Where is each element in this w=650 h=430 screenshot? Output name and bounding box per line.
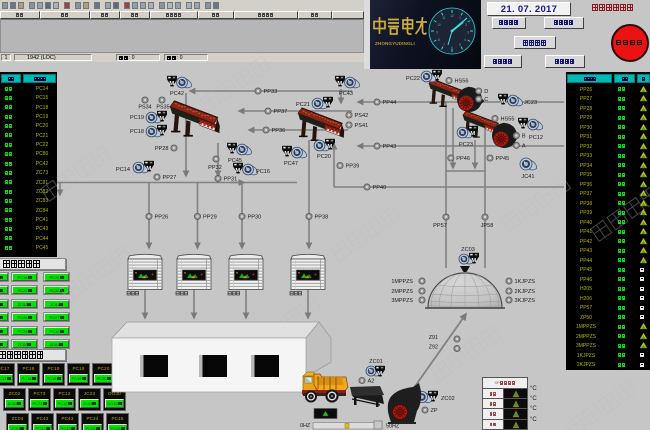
- svg-text:M: M: [470, 131, 475, 137]
- svg-text:M: M: [434, 75, 439, 81]
- svg-text:0HZ: 0HZ: [300, 423, 311, 429]
- svg-text:C: C: [484, 97, 488, 103]
- svg-text:A: A: [522, 143, 526, 149]
- svg-text:9: 9: [436, 31, 438, 35]
- svg-text:8: 8: [438, 38, 440, 42]
- svg-text:PP37: PP37: [274, 109, 288, 115]
- svg-text:PS35: PS35: [156, 105, 169, 111]
- svg-text:2MPPZS: 2MPPZS: [391, 289, 413, 295]
- svg-text:1: 1: [459, 16, 461, 20]
- svg-text:PS41: PS41: [355, 123, 369, 129]
- svg-text:6: 6: [451, 46, 453, 50]
- svg-text:PP46: PP46: [456, 156, 470, 162]
- svg-text:ZHONGYUDINGLI: ZHONGYUDINGLI: [375, 41, 415, 46]
- svg-text:11: 11: [442, 16, 446, 20]
- svg-text:12: 12: [450, 14, 454, 18]
- svg-text:B: B: [522, 134, 526, 140]
- svg-text:4: 4: [464, 38, 466, 42]
- svg-text:M: M: [337, 81, 342, 87]
- svg-text:PP32: PP32: [208, 165, 222, 171]
- svg-text:JC41: JC41: [521, 174, 534, 180]
- svg-text:M: M: [229, 148, 234, 154]
- svg-text:HS55: HS55: [501, 117, 515, 123]
- svg-text:ZC03: ZC03: [461, 247, 475, 253]
- svg-text:M: M: [430, 396, 435, 402]
- svg-text:2: 2: [465, 23, 467, 27]
- svg-text:PS42: PS42: [355, 113, 369, 119]
- svg-text:PP36: PP36: [272, 128, 286, 134]
- svg-text:JC23: JC23: [524, 100, 537, 106]
- svg-text:M: M: [471, 258, 476, 264]
- svg-text:3MPPZS: 3MPPZS: [391, 298, 413, 304]
- svg-text:M: M: [500, 99, 505, 105]
- svg-text:JP58: JP58: [481, 223, 494, 229]
- svg-text:Z92: Z92: [429, 345, 438, 351]
- svg-text:HS56: HS56: [455, 79, 469, 85]
- svg-text:ZP: ZP: [431, 408, 438, 414]
- svg-text:M: M: [377, 371, 382, 377]
- svg-text:M: M: [235, 168, 240, 174]
- svg-text:PC12: PC12: [529, 135, 543, 141]
- svg-text:PC43: PC43: [339, 91, 353, 97]
- svg-text:PP30: PP30: [248, 214, 262, 220]
- svg-text:PC47: PC47: [284, 161, 298, 167]
- svg-text:10: 10: [437, 23, 441, 27]
- svg-text:PC45: PC45: [228, 158, 242, 164]
- svg-text:PP43: PP43: [383, 144, 397, 150]
- svg-text:3: 3: [467, 31, 469, 35]
- svg-text:PC16: PC16: [256, 169, 270, 175]
- svg-text:PP40: PP40: [373, 185, 387, 191]
- svg-text:M: M: [325, 102, 330, 108]
- svg-text:PC42: PC42: [170, 91, 184, 97]
- svg-text:PC20: PC20: [317, 154, 331, 160]
- svg-text:M: M: [146, 166, 151, 172]
- svg-text:PP39: PP39: [346, 164, 360, 170]
- svg-text:M: M: [159, 130, 164, 136]
- svg-text:PP45: PP45: [496, 156, 510, 162]
- svg-text:1KJPZS: 1KJPZS: [515, 279, 536, 285]
- svg-text:PP57: PP57: [433, 223, 447, 229]
- svg-text:PP44: PP44: [383, 100, 397, 106]
- svg-text:M: M: [159, 116, 164, 122]
- svg-text:5: 5: [459, 43, 461, 47]
- svg-text:M: M: [327, 144, 332, 150]
- svg-text:D: D: [484, 89, 488, 95]
- svg-text:M: M: [520, 123, 525, 129]
- svg-text:A2: A2: [368, 379, 375, 385]
- svg-text:1MPPZS: 1MPPZS: [391, 279, 413, 285]
- svg-text:M: M: [169, 81, 174, 87]
- svg-text:PP31: PP31: [224, 177, 238, 183]
- svg-text:ZC01: ZC01: [369, 359, 383, 365]
- svg-text:7: 7: [443, 43, 445, 47]
- svg-text:PC21: PC21: [296, 102, 310, 108]
- svg-text:PC23: PC23: [459, 142, 473, 148]
- svg-text:PP29: PP29: [203, 214, 217, 220]
- svg-text:50HZ: 50HZ: [386, 424, 400, 430]
- svg-text:PC22: PC22: [406, 76, 420, 82]
- svg-text:2KJPZS: 2KJPZS: [515, 289, 536, 295]
- svg-text:Z91: Z91: [429, 335, 438, 341]
- svg-text:PP38: PP38: [315, 214, 329, 220]
- svg-text:M: M: [284, 151, 289, 157]
- svg-text:PP27: PP27: [163, 175, 177, 181]
- svg-text:PS34: PS34: [138, 105, 151, 111]
